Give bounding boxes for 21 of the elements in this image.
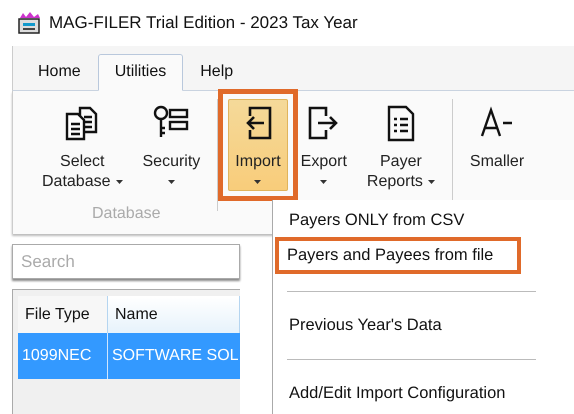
ribbon-button[interactable]: Import [228, 99, 288, 191]
menu-item[interactable]: Payers and Payees from file [275, 237, 522, 274]
ribbon-button[interactable]: Security [136, 99, 208, 191]
search-field[interactable]: Search [12, 244, 240, 279]
ribbon-button[interactable]: Payer Reports [360, 99, 442, 195]
ribbon-tab[interactable]: Home [21, 54, 98, 91]
table-cell: 1099NEC [18, 333, 108, 379]
column-header[interactable]: File Type [18, 296, 108, 333]
menu-item[interactable]: Payers ONLY from CSV [285, 204, 468, 237]
window-title: MAG-FILER Trial Edition - 2023 Tax Year [49, 13, 358, 33]
ribbon-tab[interactable]: Help [183, 54, 250, 91]
ribbon-button[interactable]: Select Database [35, 99, 130, 195]
app-icon [17, 11, 43, 35]
ribbon-button[interactable]: Smaller [462, 99, 532, 175]
menu-item[interactable]: Add/Edit Import Configuration [285, 377, 510, 410]
ribbon-tab[interactable]: Utilities [98, 54, 184, 91]
table-cell-text: SOFTWARE SOL [111, 346, 240, 366]
menu-item[interactable]: Previous Year's Data [285, 309, 446, 342]
column-header[interactable]: Name [108, 296, 240, 333]
ribbon-button[interactable]: Export [294, 99, 354, 191]
group-label: Database [92, 205, 160, 223]
